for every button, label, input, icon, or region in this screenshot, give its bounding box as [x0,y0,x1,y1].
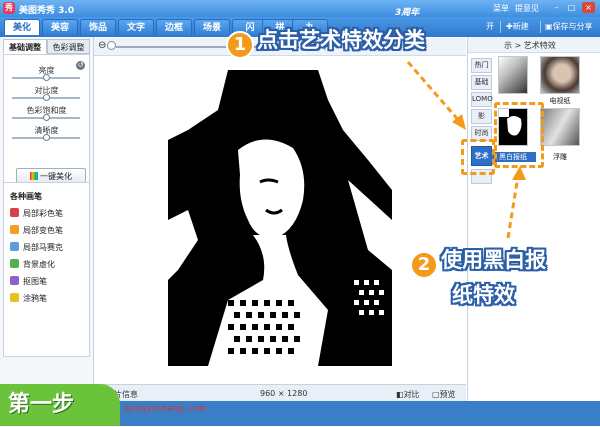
arrow-line-2 [506,175,520,239]
highlight-art-category [461,139,495,175]
arrow-head-2 [512,166,526,180]
highlight-bw-effect [494,102,544,168]
arrow-line-1 [406,61,462,123]
annotation-arrows [406,61,526,239]
